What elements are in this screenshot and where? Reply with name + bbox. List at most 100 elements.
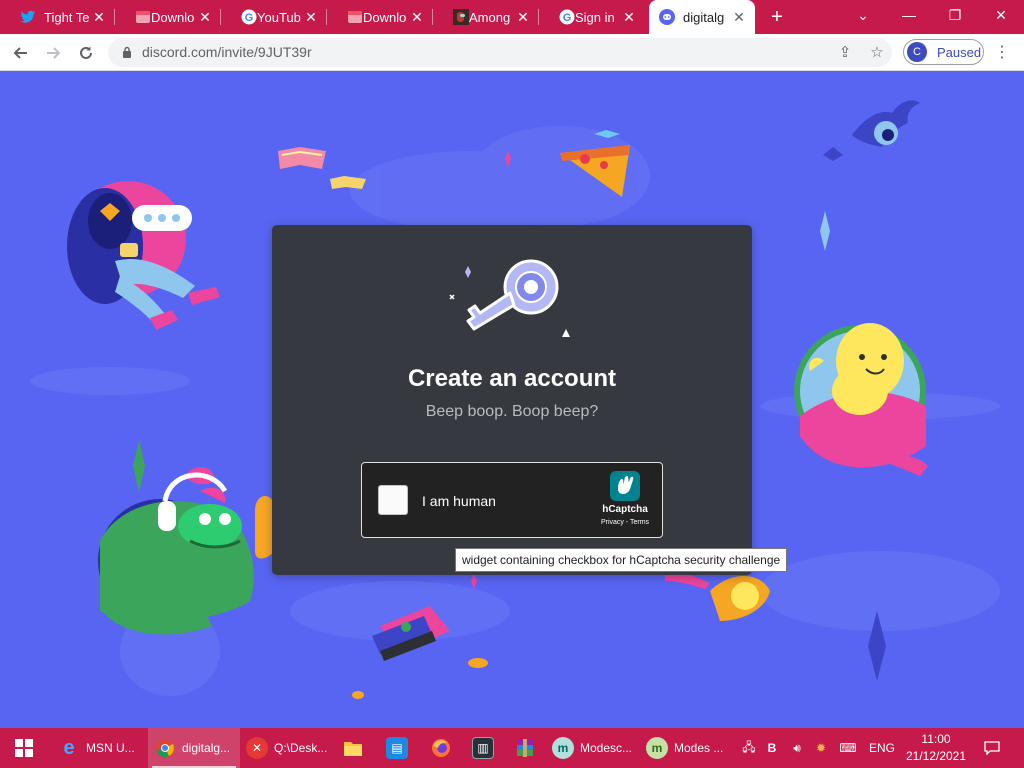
clock-time: 11:00: [921, 732, 951, 746]
trumpet-illustration: [665, 571, 770, 621]
modes-icon: m: [552, 737, 574, 759]
tab-close-icon[interactable]: ✕: [303, 9, 319, 25]
discord-icon: [659, 9, 675, 25]
bat-creature-illustration: [823, 100, 920, 161]
hcaptcha-terms-link[interactable]: Privacy - Terms: [588, 519, 662, 526]
hcaptcha-tooltip: widget containing checkbox for hCaptcha …: [455, 548, 788, 572]
download-site-icon: [135, 9, 151, 25]
restore-button[interactable]: ❐: [932, 0, 978, 30]
terminal-icon: ▥: [472, 737, 494, 759]
taskbar-item-folder-app[interactable]: ✕ Q:\Desk...: [246, 728, 332, 768]
tab-among-us[interactable]: Among ✕: [433, 0, 539, 34]
taskbar-item-modesc[interactable]: m Modesc...: [552, 728, 638, 768]
sparkle-decoration: [471, 573, 477, 589]
taskbar-item-msn[interactable]: e MSN U...: [58, 728, 144, 768]
twitter-icon: [20, 9, 36, 25]
create-account-card: Create an account Beep boop. Boop beep? …: [272, 225, 752, 575]
taskbar-label: MSN U...: [86, 741, 135, 755]
tab-close-icon[interactable]: ✕: [731, 9, 747, 25]
google-icon: G: [559, 9, 575, 25]
keyboard-icon[interactable]: ⌨: [834, 728, 862, 768]
discord-invite-page: Create an account Beep boop. Boop beep? …: [0, 71, 1024, 728]
lock-icon: [123, 46, 131, 58]
yellow-duck-illustration: [794, 323, 928, 476]
chrome-icon: [154, 737, 176, 759]
back-arrow-icon: [13, 47, 27, 59]
browser-menu-icon[interactable]: ⋮: [994, 42, 1010, 62]
sparkle-decoration: [133, 440, 145, 492]
hooded-character-illustration: [67, 181, 220, 330]
sun-icon[interactable]: ✹: [810, 728, 832, 768]
taskbar-item-outlook[interactable]: ▤: [386, 728, 412, 768]
hcaptcha-checkbox[interactable]: [378, 485, 408, 515]
app-x-icon: ✕: [246, 737, 268, 759]
profile-status: Paused: [937, 44, 982, 60]
page-title: Create an account: [407, 365, 617, 392]
tab-download-1[interactable]: Downlo ✕: [115, 0, 221, 34]
key-illustration-icon: [449, 259, 570, 337]
green-monster-illustration: [98, 466, 275, 635]
hcaptcha-label: I am human: [422, 493, 496, 509]
tab-close-icon[interactable]: ✕: [197, 9, 213, 25]
forward-button[interactable]: [40, 40, 66, 66]
tab-close-icon[interactable]: ✕: [515, 9, 531, 25]
google-icon: G: [241, 9, 257, 25]
taskbar-item-firefox[interactable]: [430, 728, 456, 768]
windows-taskbar: e MSN U... digitalg... ✕ Q:\Desk... ▤ ▥ …: [0, 728, 1024, 768]
notification-icon[interactable]: [980, 728, 1004, 768]
start-button[interactable]: [6, 728, 42, 768]
svg-text:G: G: [245, 12, 254, 24]
reload-button[interactable]: [73, 40, 99, 66]
taskbar-label: Modesc...: [580, 741, 633, 755]
tray-b-icon[interactable]: B: [763, 728, 781, 768]
hcaptcha-logo-icon: [610, 471, 640, 501]
forward-arrow-icon: [47, 47, 61, 59]
share-icon[interactable]: ⇪: [836, 44, 854, 62]
outlook-icon: ▤: [386, 737, 408, 759]
firefox-icon: [430, 737, 452, 759]
tab-discord-active[interactable]: digitalg ✕: [649, 0, 755, 34]
profile-button[interactable]: C Paused: [903, 39, 984, 65]
language-indicator[interactable]: ENG: [866, 728, 898, 768]
hcaptcha-widget[interactable]: I am human hCaptcha Privacy - Terms: [361, 462, 663, 538]
tab-download-2[interactable]: Downlo ✕: [327, 0, 433, 34]
modes-icon: m: [646, 737, 668, 759]
tab-close-icon[interactable]: ✕: [91, 9, 107, 25]
tab-twitter[interactable]: Tight Te ✕: [0, 0, 115, 34]
tab-search-chevron-icon[interactable]: ⌄: [840, 0, 886, 30]
reload-icon: [80, 46, 92, 59]
taskbar-item-explorer[interactable]: [342, 728, 368, 768]
address-bar[interactable]: discord.com/invite/9JUT39r ⇪ ☆: [108, 38, 892, 67]
bookmark-star-icon[interactable]: ☆: [868, 44, 886, 62]
internet-explorer-icon: e: [63, 736, 75, 759]
tab-youtube[interactable]: G YouTub ✕: [221, 0, 327, 34]
taskbar-item-terminal[interactable]: ▥: [472, 728, 498, 768]
new-tab-button[interactable]: +: [766, 6, 788, 28]
taskbar-label: Modes ...: [674, 741, 724, 755]
network-icon[interactable]: 🖧: [738, 728, 760, 768]
taskbar-item-chrome[interactable]: digitalg...: [148, 728, 240, 768]
taskbar-item-modes[interactable]: m Modes ...: [646, 728, 732, 768]
volume-icon[interactable]: 🔊︎: [786, 728, 808, 768]
tab-sign-in[interactable]: G Sign in ✕: [539, 0, 645, 34]
svg-text:G: G: [563, 12, 572, 24]
taskbar-label: Q:\Desk...: [274, 741, 328, 755]
tab-close-icon[interactable]: ✕: [621, 9, 637, 25]
taskbar-item-winrar[interactable]: [514, 728, 540, 768]
windows-logo-icon: [15, 739, 33, 757]
hcaptcha-brand: hCaptcha: [602, 504, 648, 515]
winrar-icon: [514, 737, 536, 759]
clock-date: 21/12/2021: [905, 749, 967, 763]
avatar: C: [907, 42, 927, 62]
browser-tab-strip: Tight Te ✕ Downlo ✕ G YouTub ✕ Downlo ✕ …: [0, 0, 1024, 34]
minimize-button[interactable]: —: [886, 0, 932, 30]
close-window-button[interactable]: ✕: [978, 0, 1024, 30]
url-text[interactable]: discord.com/invite/9JUT39r: [142, 44, 312, 60]
tab-close-icon[interactable]: ✕: [409, 9, 425, 25]
back-button[interactable]: [8, 40, 34, 66]
file-explorer-icon: [342, 737, 364, 759]
clock[interactable]: 11:00 21/12/2021: [900, 731, 972, 765]
download-site-icon: [347, 9, 363, 25]
taskbar-label: digitalg...: [182, 741, 231, 755]
among-us-icon: [453, 9, 469, 25]
